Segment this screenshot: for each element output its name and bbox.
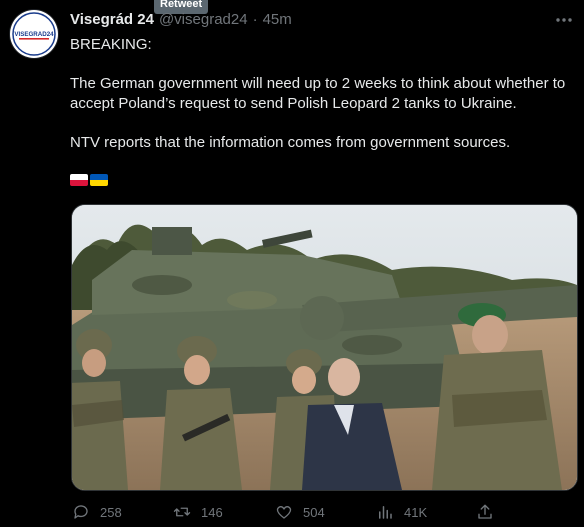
- tweet-text: BREAKING: The German government will nee…: [70, 35, 570, 186]
- visegrad24-logo-icon: VISEGRAD24: [12, 12, 56, 56]
- views-button[interactable]: 41K: [376, 500, 427, 524]
- flags: [70, 173, 570, 186]
- tweet-line-breaking: BREAKING:: [70, 36, 152, 53]
- retweet-count: 146: [201, 504, 223, 520]
- tweet-paragraph-2: NTV reports that the information comes f…: [70, 133, 511, 151]
- photo-illustration: [72, 205, 577, 490]
- reply-icon: [74, 505, 88, 519]
- views-chart-icon: [379, 506, 392, 519]
- like-button[interactable]: 504: [275, 500, 325, 524]
- retweet-icon: [173, 507, 191, 517]
- like-count: 504: [303, 504, 325, 520]
- separator-dot: ·: [252, 11, 258, 28]
- tweet-actions: 258 146 504 41K: [70, 500, 500, 524]
- display-name[interactable]: Visegrád 24: [70, 11, 154, 28]
- heart-icon: [276, 505, 292, 519]
- tweet-photo[interactable]: [71, 204, 578, 491]
- share-icon: [478, 504, 492, 519]
- flag-poland-icon: [70, 173, 88, 186]
- tweet-header: Visegrád 24 @visegrad24 · 45m: [70, 11, 292, 31]
- more-options-button[interactable]: [552, 10, 576, 30]
- flag-ukraine-icon: [90, 173, 108, 186]
- timestamp[interactable]: 45m: [263, 11, 292, 28]
- reply-count: 258: [100, 504, 122, 520]
- reply-button[interactable]: 258: [72, 500, 122, 524]
- tweet-paragraph-1: The German government will need up to 2 …: [70, 75, 566, 112]
- handle[interactable]: @visegrad24: [159, 11, 248, 28]
- more-icon: [556, 18, 572, 22]
- retweet-button[interactable]: 146: [173, 500, 223, 524]
- svg-text:VISEGRAD24: VISEGRAD24: [14, 31, 54, 38]
- avatar[interactable]: VISEGRAD24: [10, 10, 58, 58]
- share-button[interactable]: [476, 500, 494, 524]
- views-count: 41K: [404, 504, 428, 520]
